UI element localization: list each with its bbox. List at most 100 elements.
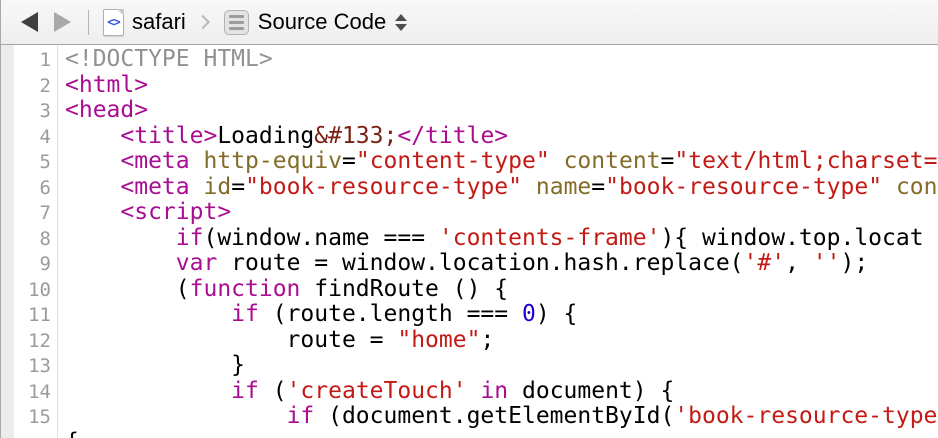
code-text[interactable]: } bbox=[51, 353, 245, 379]
code-lines: 1<!DOCTYPE HTML>2<html>3<head>4 <title>L… bbox=[1, 47, 938, 438]
line-number: 15 bbox=[1, 405, 51, 431]
code-token-plain bbox=[190, 148, 204, 174]
page-fold-icon bbox=[117, 9, 124, 16]
code-token-str: "book-resource-type" bbox=[245, 174, 522, 200]
code-text[interactable]: <title>Loading&#133;</title> bbox=[51, 124, 508, 150]
code-token-tag: <script> bbox=[120, 199, 231, 225]
code-text[interactable]: <html> bbox=[51, 73, 148, 99]
code-token-plain: route = window.location.hash.replace( bbox=[217, 250, 743, 276]
code-token-plain: route = bbox=[65, 327, 397, 353]
line-number: 7 bbox=[1, 201, 51, 227]
code-token-attr: con bbox=[896, 174, 938, 200]
code-line[interactable]: { bbox=[1, 430, 938, 438]
code-token-plain: ( bbox=[259, 378, 287, 404]
code-token-plain bbox=[65, 250, 176, 276]
forward-button[interactable] bbox=[54, 12, 71, 32]
code-token-plain bbox=[522, 174, 536, 200]
code-token-tag: </title bbox=[397, 123, 494, 149]
code-token-plain bbox=[467, 378, 481, 404]
line-number: 12 bbox=[1, 329, 51, 355]
code-line[interactable]: 1<!DOCTYPE HTML> bbox=[1, 47, 938, 73]
code-token-plain: = bbox=[591, 174, 605, 200]
code-text[interactable]: <script> bbox=[51, 200, 231, 226]
code-line[interactable]: 15 if (document.getElementById('book-res… bbox=[1, 404, 938, 430]
line-number: 4 bbox=[1, 125, 51, 151]
code-token-str: "text/html;charset= bbox=[674, 148, 937, 174]
code-token-attr: http-equiv bbox=[204, 148, 342, 174]
code-text[interactable]: if (route.length === 0) { bbox=[51, 302, 577, 328]
line-number: 3 bbox=[1, 99, 51, 125]
code-token-keyword: if bbox=[287, 403, 315, 429]
code-token-str: 'book-resource-type bbox=[674, 403, 937, 429]
line-number: 8 bbox=[1, 227, 51, 253]
code-editor[interactable]: 1<!DOCTYPE HTML>2<html>3<head>4 <title>L… bbox=[1, 45, 938, 438]
code-token-plain: ; bbox=[480, 327, 494, 353]
code-token-keyword: function bbox=[190, 276, 301, 302]
code-token-str: "content-type" bbox=[356, 148, 550, 174]
code-token-gray: <!DOCTYPE HTML> bbox=[65, 46, 273, 72]
code-line[interactable]: 7 <script> bbox=[1, 200, 938, 226]
code-text[interactable]: <!DOCTYPE HTML> bbox=[51, 47, 273, 73]
line-number: 14 bbox=[1, 380, 51, 406]
code-line[interactable]: 4 <title>Loading&#133;</title> bbox=[1, 124, 938, 150]
code-token-plain: = bbox=[661, 148, 675, 174]
code-token-plain: (window.name === bbox=[203, 225, 438, 251]
code-text[interactable]: route = "home"; bbox=[51, 328, 494, 354]
code-text[interactable]: if(window.name === 'contents-frame'){ wi… bbox=[51, 226, 924, 252]
breadcrumb-file-safari[interactable]: safari bbox=[132, 9, 186, 35]
code-line[interactable]: 5 <meta http-equiv="content-type" conten… bbox=[1, 149, 938, 175]
code-token-plain bbox=[65, 301, 231, 327]
code-text[interactable]: <meta id="book-resource-type" name="book… bbox=[51, 175, 937, 201]
code-text[interactable]: (function findRoute () { bbox=[51, 277, 508, 303]
code-token-tag: <title> bbox=[120, 123, 217, 149]
code-token-tag: <meta bbox=[120, 174, 189, 200]
code-line[interactable]: 6 <meta id="book-resource-type" name="bo… bbox=[1, 175, 938, 201]
code-line[interactable]: 12 route = "home"; bbox=[1, 328, 938, 354]
code-token-tag: <head> bbox=[65, 97, 148, 123]
code-token-str: '#' bbox=[744, 250, 786, 276]
code-token-str: 'createTouch' bbox=[287, 378, 467, 404]
code-line[interactable]: 11 if (route.length === 0) { bbox=[1, 302, 938, 328]
code-line[interactable]: 14 if ('createTouch' in document) { bbox=[1, 379, 938, 405]
code-token-plain bbox=[190, 174, 204, 200]
code-token-plain: document) { bbox=[508, 378, 674, 404]
doc-line bbox=[229, 21, 244, 24]
code-text[interactable]: <meta http-equiv="content-type" content=… bbox=[51, 149, 937, 175]
code-line[interactable]: 13 } bbox=[1, 353, 938, 379]
code-line[interactable]: 9 var route = window.location.hash.repla… bbox=[1, 251, 938, 277]
code-text[interactable]: <head> bbox=[51, 98, 148, 124]
code-line[interactable]: 2<html> bbox=[1, 73, 938, 99]
gutter-separator bbox=[57, 45, 58, 438]
code-text[interactable]: if ('createTouch' in document) { bbox=[51, 379, 674, 405]
code-token-plain bbox=[550, 148, 564, 174]
code-token-keyword: if bbox=[231, 301, 259, 327]
code-token-plain: (route.length === bbox=[259, 301, 522, 327]
line-number: 5 bbox=[1, 150, 51, 176]
code-line[interactable]: 10 (function findRoute () { bbox=[1, 277, 938, 303]
triangle-down-icon bbox=[395, 24, 407, 31]
code-token-tag: <html> bbox=[65, 72, 148, 98]
line-number: 6 bbox=[1, 176, 51, 202]
doc-line bbox=[229, 27, 244, 30]
code-token-plain: = bbox=[231, 174, 245, 200]
code-token-plain: = bbox=[342, 148, 356, 174]
code-line[interactable]: 3 <head> bbox=[1, 98, 938, 124]
triangle-up-icon bbox=[395, 14, 407, 21]
divider bbox=[88, 10, 89, 35]
code-text[interactable]: if (document.getElementById('book-resour… bbox=[51, 404, 937, 430]
code-token-plain bbox=[882, 174, 896, 200]
section-stepper-control[interactable] bbox=[395, 14, 407, 31]
code-token-plain bbox=[65, 199, 120, 225]
back-button[interactable] bbox=[21, 12, 38, 32]
breadcrumb-section-source-code[interactable]: Source Code bbox=[258, 9, 386, 35]
code-token-str: '' bbox=[813, 250, 841, 276]
code-token-plain bbox=[65, 225, 176, 251]
code-token-plain: } bbox=[65, 352, 245, 378]
document-lines-icon bbox=[224, 10, 249, 35]
code-line[interactable]: 8 if(window.name === 'contents-frame'){ … bbox=[1, 226, 938, 252]
code-token-keyword: in bbox=[480, 378, 508, 404]
doc-line bbox=[229, 15, 244, 18]
code-text[interactable]: var route = window.location.hash.replace… bbox=[51, 251, 868, 277]
code-text[interactable]: { bbox=[51, 430, 79, 438]
code-token-tag: > bbox=[494, 123, 508, 149]
